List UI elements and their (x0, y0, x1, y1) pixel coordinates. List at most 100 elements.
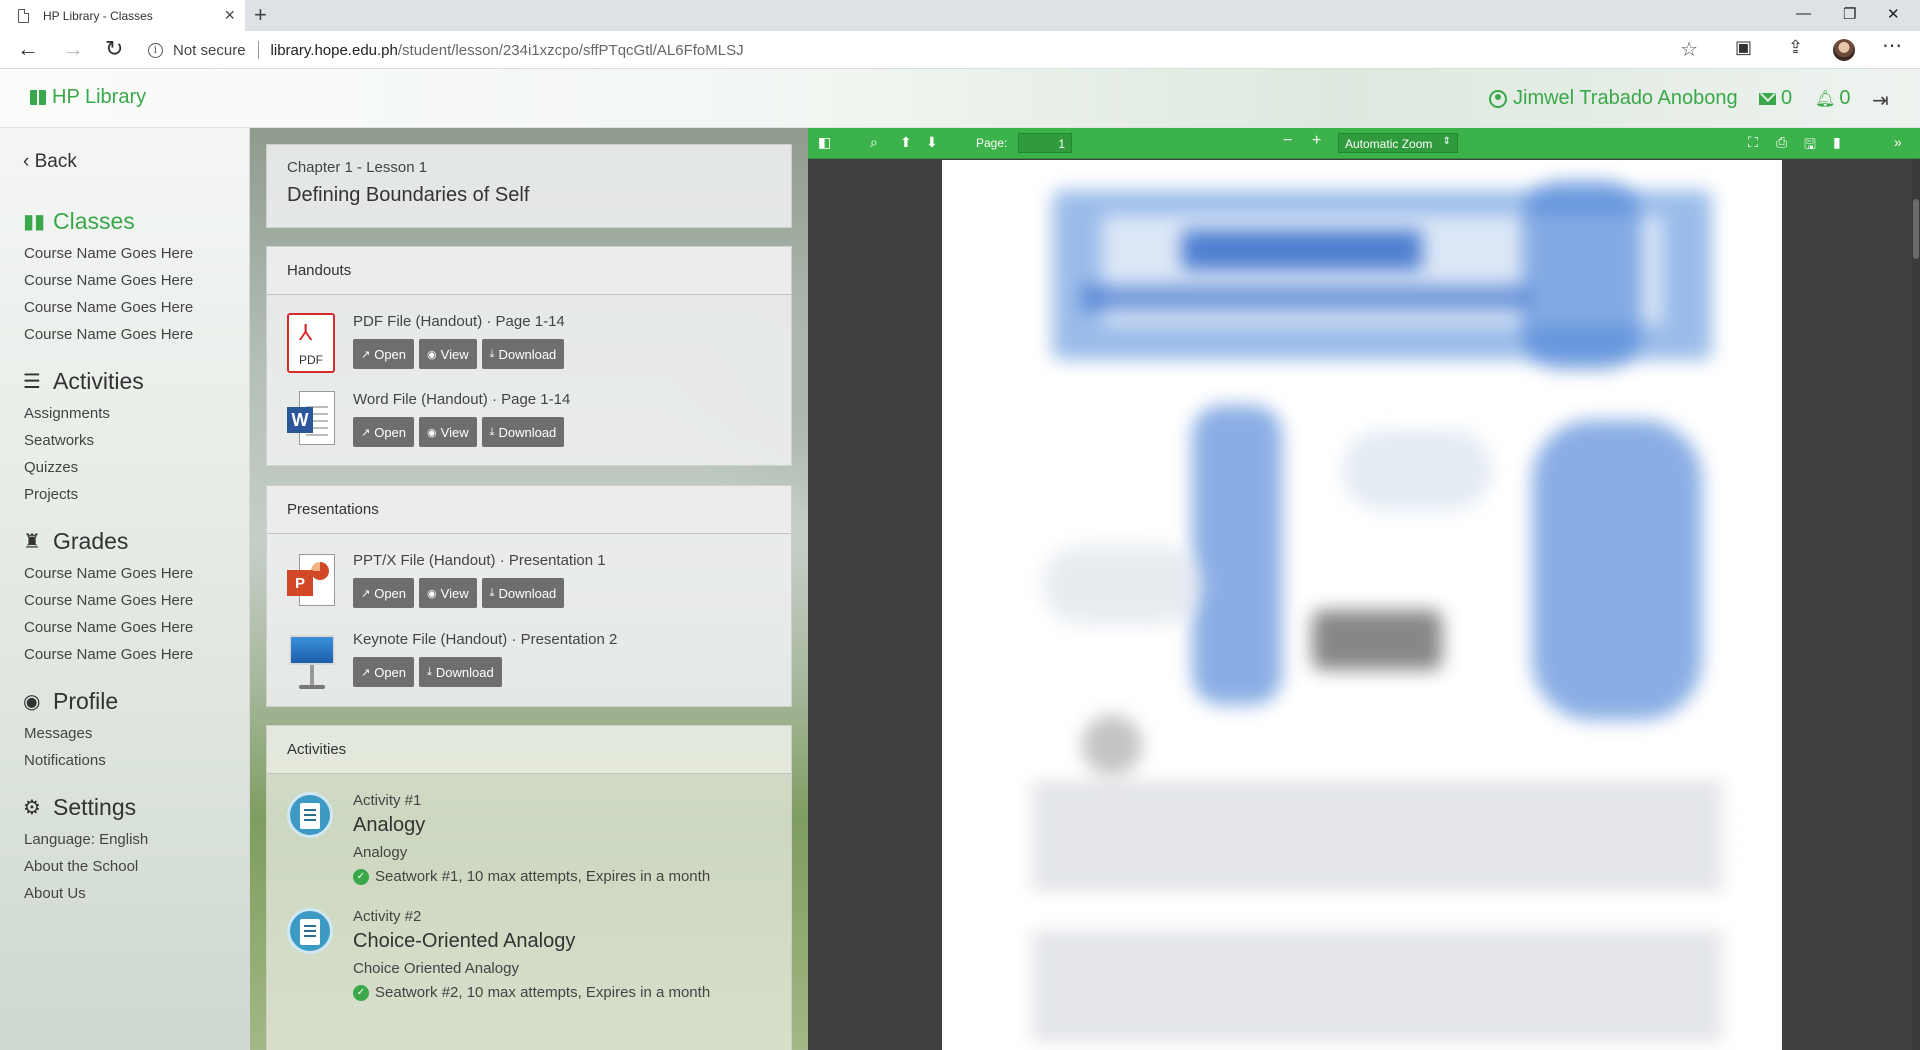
activity-item[interactable]: Activity #2 Choice-Oriented Analogy Choi… (287, 908, 767, 1008)
file-item: Keynote File (Handout) · Presentation 2 … (287, 631, 767, 701)
sidebar-item-class[interactable]: Course Name Goes Here (24, 326, 193, 343)
brand-link[interactable]: HP Library (30, 86, 146, 109)
star-icon[interactable]: ☆ (1680, 37, 1698, 62)
collections-icon[interactable]: ▣ (1735, 37, 1752, 58)
tools-menu-icon[interactable]: » (1894, 134, 1902, 150)
not-secure-label: Not secure (173, 41, 246, 59)
activity-meta: ✓ Seatwork #2, 10 max attempts, Expires … (353, 984, 710, 1001)
scrollbar-thumb[interactable] (1913, 199, 1919, 259)
restore-button[interactable]: ❐ (1843, 5, 1856, 23)
sidebar-item-projects[interactable]: Projects (24, 486, 78, 503)
sidebar-item-assignments[interactable]: Assignments (24, 405, 110, 422)
zoom-in-icon[interactable]: + (1312, 132, 1321, 150)
browser-tab[interactable]: HP Library - Classes × (0, 0, 245, 31)
external-link-icon: ↗ (361, 348, 371, 361)
page-label: Page: (976, 136, 1008, 150)
activity-name[interactable]: Choice-Oriented Analogy (353, 930, 575, 953)
list-icon: ☰ (23, 371, 41, 393)
external-link-icon: ↗ (361, 666, 371, 679)
activity-name[interactable]: Analogy (353, 814, 425, 837)
open-button[interactable]: ↗ Open (353, 657, 415, 687)
close-tab-icon[interactable]: × (224, 5, 235, 26)
file-title: Keynote File (Handout) · Presentation 2 (353, 631, 618, 648)
keynote-icon (287, 631, 337, 693)
section-title: Settings (53, 794, 137, 820)
section-title: Classes (53, 208, 135, 234)
sidebar-section-settings[interactable]: ⚙ Settings (23, 794, 136, 821)
sidebar-item-grade[interactable]: Course Name Goes Here (24, 565, 193, 582)
new-tab-button[interactable]: + (254, 2, 267, 28)
notifications-indicator[interactable]: 🔔︎ 0 (1815, 87, 1850, 110)
download-button[interactable]: ⤓ Download (481, 578, 565, 608)
page-number-input[interactable]: 1 (1018, 133, 1072, 153)
back-link[interactable]: ‹ Back (23, 151, 77, 173)
sidebar-item-class[interactable]: Course Name Goes Here (24, 299, 193, 316)
sidebar-section-profile[interactable]: ◉ Profile (23, 688, 118, 715)
sidebar-item-about-us[interactable]: About Us (24, 885, 86, 902)
sidebar-item-about-school[interactable]: About the School (24, 858, 138, 875)
sidebar-section-grades[interactable]: ♜ Grades (23, 528, 128, 555)
open-button[interactable]: ↗ Open (353, 417, 415, 447)
url-field[interactable]: i Not secure library.hope.edu.ph /studen… (148, 35, 1698, 65)
view-button[interactable]: ◉ View (419, 339, 477, 369)
file-item: P PPT/X File (Handout) · Presentation 1 … (287, 552, 767, 622)
zoom-select[interactable]: Automatic Zoom ⇕ (1338, 133, 1458, 153)
download-button[interactable]: ⤓ Download (481, 417, 565, 447)
user-menu[interactable]: Jimwel Trabado Anobong (1489, 87, 1738, 110)
sidebar-item-class[interactable]: Course Name Goes Here (24, 272, 193, 289)
sidebar-section-activities[interactable]: ☰ Activities (23, 368, 144, 395)
forward-arrow-icon[interactable]: → (62, 36, 84, 62)
sidebar-item-seatworks[interactable]: Seatworks (24, 432, 94, 449)
profile-avatar[interactable] (1833, 39, 1855, 61)
browser-tab-strip: HP Library - Classes × + — ❐ ✕ (0, 0, 1920, 31)
fullscreen-icon[interactable]: ⛶ (1748, 134, 1758, 151)
brand-name: HP Library (52, 86, 147, 108)
powerpoint-icon: P (287, 552, 337, 614)
view-button[interactable]: ◉ View (419, 417, 477, 447)
sidebar-item-class[interactable]: Course Name Goes Here (24, 245, 193, 262)
sidebar-item-messages[interactable]: Messages (24, 725, 92, 742)
save-icon[interactable]: 🖫︎ (1804, 134, 1816, 158)
sidebar-item-grade[interactable]: Course Name Goes Here (24, 619, 193, 636)
external-link-icon: ↗ (361, 587, 371, 600)
file-title: PDF File (Handout) · Page 1-14 (353, 313, 565, 330)
download-icon: ⤓ (427, 665, 432, 678)
more-menu-icon[interactable]: ⋯ (1882, 33, 1902, 58)
open-button[interactable]: ↗ Open (353, 339, 415, 369)
eye-icon: ◉ (427, 426, 437, 439)
search-icon[interactable]: ⌕ (870, 134, 878, 151)
logout-icon[interactable]: ⇥ (1872, 88, 1889, 113)
share-icon[interactable]: ⇪ (1788, 37, 1803, 58)
reload-icon[interactable]: ↻ (105, 36, 123, 62)
sidebar-toggle-icon[interactable]: ◧ (818, 134, 831, 151)
sidebar-section-classes[interactable]: ▮▮ Classes (23, 208, 135, 235)
sidebar-item-language[interactable]: Language: English (24, 831, 148, 848)
activity-item[interactable]: Activity #1 Analogy Analogy ✓ Seatwork #… (287, 792, 767, 892)
bookmark-icon[interactable]: ▮ (1833, 134, 1841, 151)
minimize-button[interactable]: — (1796, 5, 1811, 22)
activity-meta-text: Seatwork #2, 10 max attempts, Expires in… (375, 984, 711, 1001)
download-button[interactable]: ⤓ Download (481, 339, 565, 369)
previous-page-icon[interactable]: ⬆ (900, 134, 912, 151)
pdf-page[interactable] (942, 160, 1782, 1050)
sidebar-item-notifications[interactable]: Notifications (24, 752, 106, 769)
download-icon: ⤓ (489, 425, 495, 438)
download-button[interactable]: ⤓ Download (419, 657, 502, 687)
book-open-icon: ▮▮ (23, 211, 46, 233)
sidebar-item-grade[interactable]: Course Name Goes Here (24, 592, 193, 609)
print-icon[interactable]: ⎙ (1776, 134, 1787, 151)
next-page-icon[interactable]: ⬇ (926, 134, 938, 151)
pdf-scrollbar[interactable] (1912, 159, 1920, 1050)
zoom-out-icon[interactable]: − (1283, 132, 1292, 150)
file-title: PPT/X File (Handout) · Presentation 1 (353, 552, 606, 569)
sidebar-item-quizzes[interactable]: Quizzes (24, 459, 78, 476)
app-navbar: HP Library Jimwel Trabado Anobong 0 🔔︎ 0… (0, 69, 1920, 128)
back-arrow-icon[interactable]: ← (17, 36, 39, 62)
close-window-button[interactable]: ✕ (1887, 5, 1900, 23)
view-button[interactable]: ◉ View (419, 578, 477, 608)
open-button[interactable]: ↗ Open (353, 578, 415, 608)
messages-indicator[interactable]: 0 (1759, 87, 1792, 110)
gear-icon: ⚙ (23, 797, 41, 819)
sidebar-item-grade[interactable]: Course Name Goes Here (24, 646, 193, 663)
info-icon[interactable]: i (148, 42, 163, 58)
